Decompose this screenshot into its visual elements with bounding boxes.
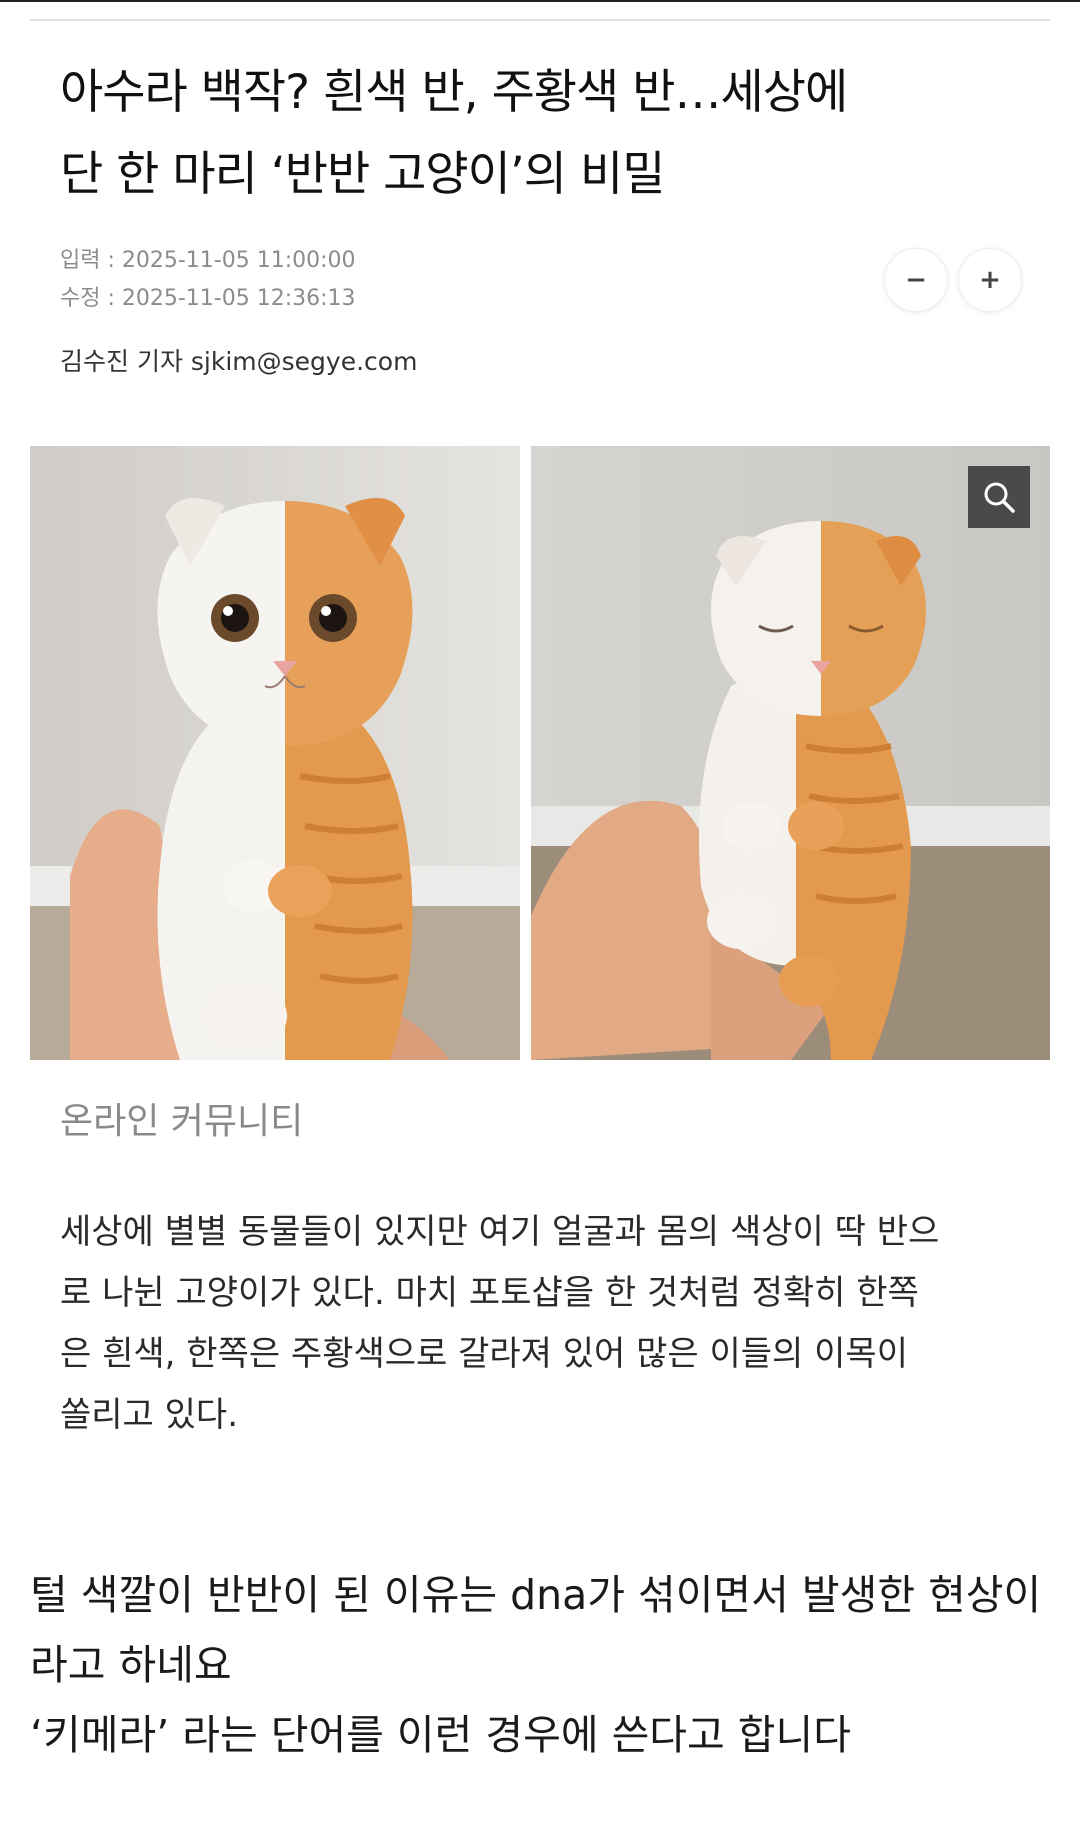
- reporter-byline: 김수진 기자 sjkim@segye.com: [60, 347, 418, 376]
- plus-icon: +: [979, 265, 1001, 295]
- photo-caption: 온라인 커뮤니티: [60, 1101, 304, 1142]
- post-line: 라고 하네요: [30, 1641, 232, 1689]
- article-meta: 입력 : 2025-11-05 11:00:00 수정 : 2025-11-05…: [60, 242, 356, 318]
- half-cat-photo-2: [531, 446, 1050, 1060]
- header-divider: [30, 19, 1050, 21]
- article-body: 세상에 별별 동물들이 있지만 여기 얼굴과 몸의 색상이 딱 반으 로 나뉜 …: [60, 1202, 1020, 1446]
- headline-line-2: 단 한 마리 ‘반반 고양이’의 비밀: [60, 147, 665, 202]
- body-line: 은 흰색, 한쪽은 주황색으로 갈라져 있어 많은 이들의 이목이: [60, 1334, 908, 1374]
- body-line: 세상에 별별 동물들이 있지만 여기 얼굴과 몸의 색상이 딱 반으: [60, 1212, 940, 1252]
- minus-icon: −: [905, 265, 927, 295]
- article-headline: 아수라 백작? 흰색 반, 주황색 반…세상에 단 한 마리 ‘반반 고양이’의…: [60, 52, 1040, 216]
- half-cat-photo-1: [30, 446, 520, 1060]
- modified-date: 수정 : 2025-11-05 12:36:13: [60, 286, 356, 311]
- article-photo-left: [30, 446, 520, 1060]
- headline-line-1: 아수라 백작? 흰색 반, 주황색 반…세상에: [60, 65, 848, 120]
- published-date: 입력 : 2025-11-05 11:00:00: [60, 248, 356, 273]
- photo-zoom-button[interactable]: [968, 466, 1030, 528]
- post-comment-text: 털 색깔이 반반이 된 이유는 dna가 섞이면서 발생한 현상이 라고 하네요…: [30, 1560, 1050, 1770]
- font-increase-button[interactable]: +: [958, 248, 1022, 312]
- body-line: 쏠리고 있다.: [60, 1395, 239, 1435]
- font-decrease-button[interactable]: −: [884, 248, 948, 312]
- top-border: [0, 0, 1080, 2]
- post-line: ‘키메라’ 라는 단어를 이런 경우에 쓴다고 합니다: [30, 1711, 851, 1759]
- article-photo-right: [531, 446, 1050, 1060]
- body-line: 로 나뉜 고양이가 있다. 마치 포토샵을 한 것처럼 정확히 한쪽: [60, 1273, 919, 1313]
- search-icon: [984, 482, 1015, 513]
- post-line: 털 색깔이 반반이 된 이유는 dna가 섞이면서 발생한 현상이: [30, 1571, 1042, 1619]
